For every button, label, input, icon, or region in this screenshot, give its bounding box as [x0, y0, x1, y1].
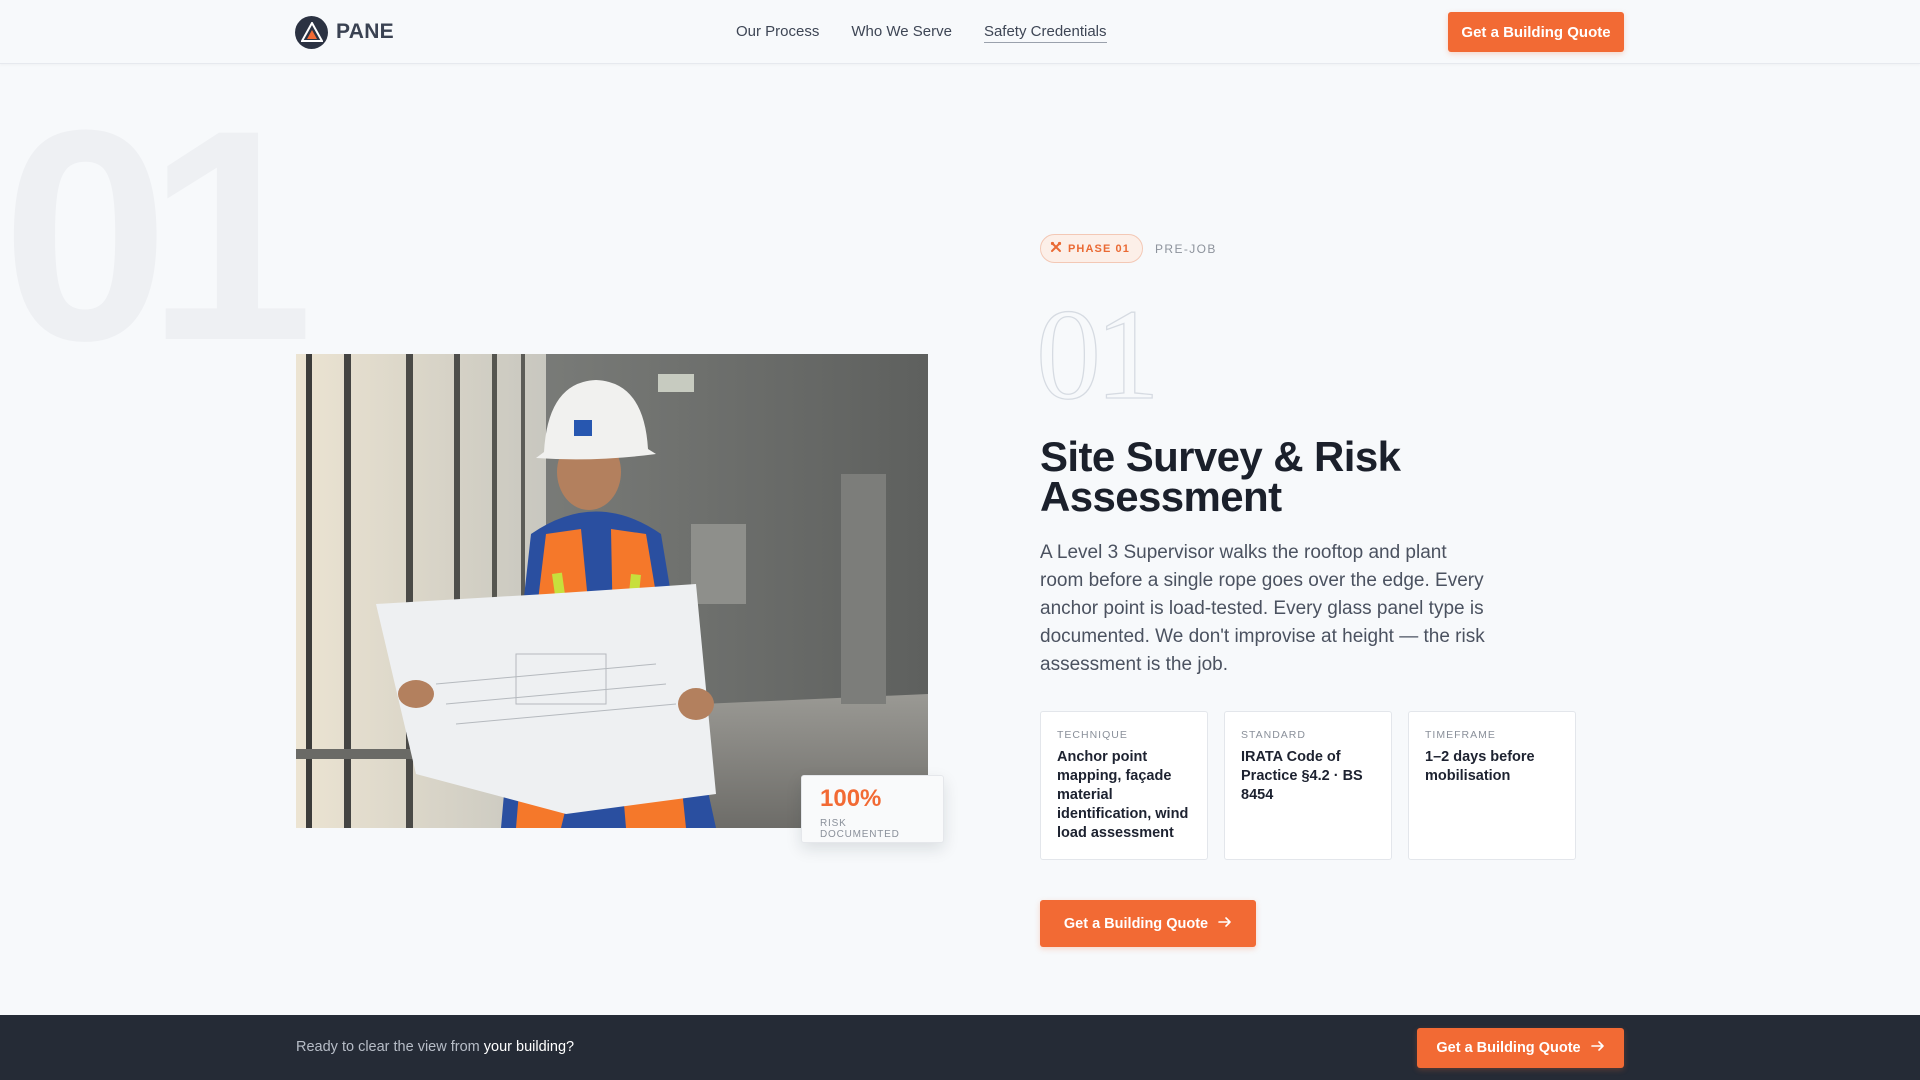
- phase-badge-label: PHASE 01: [1068, 242, 1130, 255]
- nav-links: Our Process Who We Serve Safety Credenti…: [736, 22, 1107, 43]
- stat-label: RISK DOCUMENTED: [820, 818, 900, 840]
- sticky-cta-text: Ready to clear the view from your buildi…: [296, 1039, 574, 1055]
- outline-phase-number: 01: [1035, 283, 1160, 427]
- info-card-label: TIMEFRAME: [1425, 729, 1496, 741]
- info-card-label: TECHNIQUE: [1057, 729, 1128, 741]
- brand-link[interactable]: PANE: [295, 15, 394, 49]
- tools-icon: [1050, 240, 1062, 258]
- triangle-logo-icon: [295, 15, 328, 49]
- phase-row: PHASE 01 PRE-JOB: [1040, 234, 1217, 263]
- phase-badge: PHASE 01: [1040, 234, 1143, 263]
- nav-link-who-we-serve[interactable]: Who We Serve: [851, 22, 952, 43]
- info-card-value: IRATA Code of Practice §4.2 · BS 8454: [1241, 749, 1363, 803]
- info-card-label: STANDARD: [1241, 729, 1306, 741]
- info-card-standard: STANDARD IRATA Code of Practice §4.2 · B…: [1224, 711, 1392, 860]
- sticky-cta-bar: Ready to clear the view from your buildi…: [0, 1015, 1920, 1080]
- nav-link-safety-credentials[interactable]: Safety Credentials: [983, 22, 1107, 43]
- page-title: Site Survey & Risk Assessment: [1040, 433, 1401, 520]
- sticky-quote-label: Get a Building Quote: [1436, 1040, 1581, 1056]
- arrow-right-icon: [1218, 916, 1232, 932]
- sticky-quote-button[interactable]: Get a Building Quote: [1417, 1028, 1624, 1068]
- stat-value: 100%: [820, 785, 882, 812]
- hero-photo: [296, 354, 928, 828]
- hero-quote-button[interactable]: Get a Building Quote: [1040, 900, 1256, 947]
- arrow-right-icon: [1590, 1040, 1605, 1056]
- sticky-cta-text-highlight: your building?: [483, 1039, 575, 1055]
- background-phase-number: 01: [2, 67, 314, 403]
- info-card-timeframe: TIMEFRAME 1–2 days before mobilisation: [1408, 711, 1576, 860]
- brand-name: PANE: [336, 20, 394, 43]
- nav-quote-button[interactable]: Get a Building Quote: [1448, 12, 1624, 52]
- info-cards: TECHNIQUE Anchor point mapping, façade m…: [1040, 711, 1576, 860]
- info-card-technique: TECHNIQUE Anchor point mapping, façade m…: [1040, 711, 1208, 860]
- hero-description: A Level 3 Supervisor walks the rooftop a…: [1040, 542, 1485, 675]
- info-card-value: 1–2 days before mobilisation: [1425, 749, 1535, 784]
- nav-link-our-process[interactable]: Our Process: [736, 22, 819, 43]
- risk-stat-card: 100% RISK DOCUMENTED: [801, 775, 944, 843]
- sticky-cta-text-prefix: Ready to clear the view from: [296, 1039, 484, 1055]
- info-card-value: Anchor point mapping, façade material id…: [1057, 749, 1189, 841]
- hero-quote-label: Get a Building Quote: [1063, 915, 1209, 932]
- phase-subtitle: PRE-JOB: [1155, 241, 1217, 256]
- top-nav: PANE Our Process Who We Serve Safety Cre…: [0, 0, 1920, 64]
